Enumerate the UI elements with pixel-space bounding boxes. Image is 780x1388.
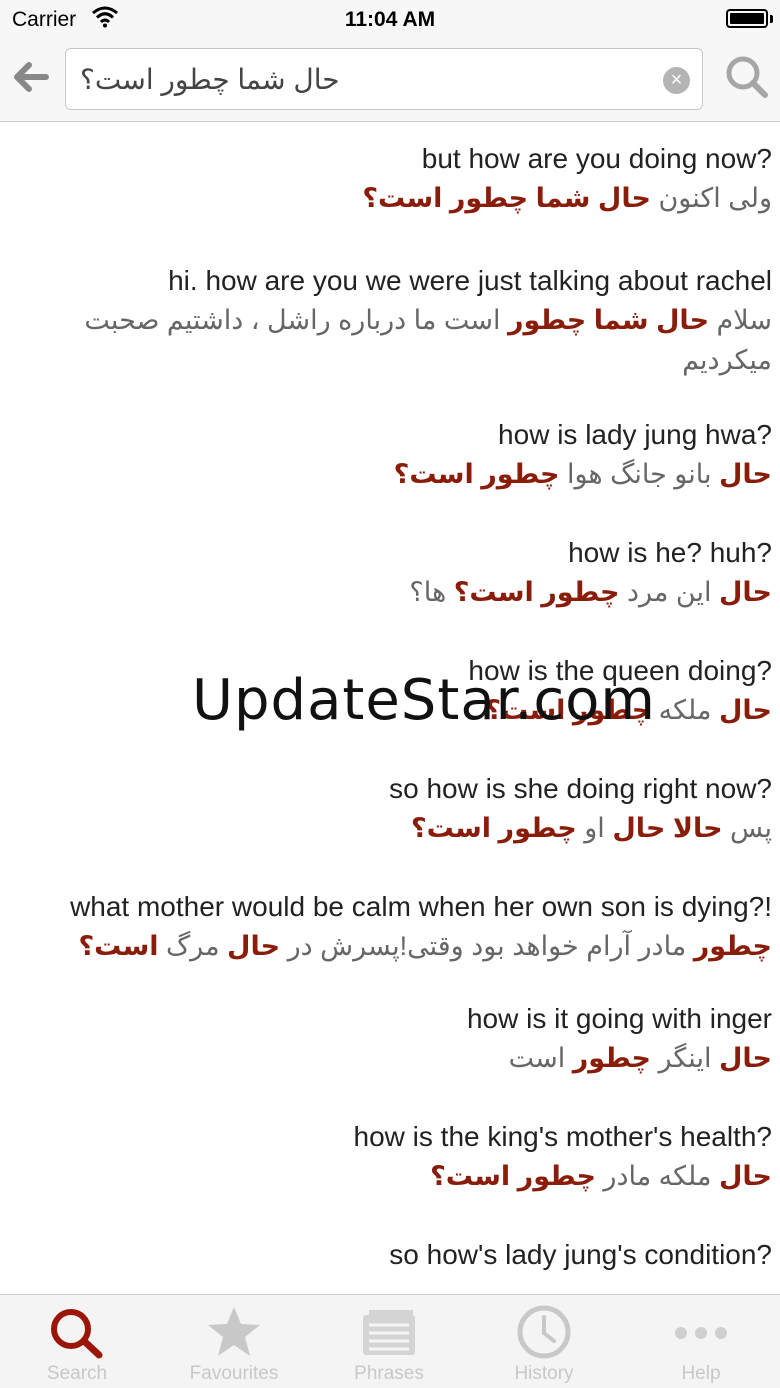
translation-text: اینگر	[650, 1043, 719, 1073]
result-item[interactable]: how is he? huh? حال این مرد چطور است؟ ها؟	[0, 534, 780, 612]
result-item[interactable]: how is the king's mother's health? حال مل…	[0, 1118, 780, 1196]
highlight-term: حال	[718, 1043, 772, 1073]
highlight-term: حال	[718, 1161, 772, 1191]
tab-label: Search	[46, 1363, 108, 1384]
tab-favourites[interactable]: Favourites	[157, 1295, 311, 1388]
result-persian: چطور مادر آرام خواهد بود وقتی!پسرش در حا…	[70, 926, 772, 966]
tab-help[interactable]: Help	[624, 1295, 778, 1388]
result-english: so how's lady jung's condition?	[389, 1239, 772, 1270]
tab-label: Favourites	[189, 1363, 279, 1384]
highlight-term: چطور است؟	[393, 459, 560, 489]
result-persian: حال ملکه چطور است؟	[70, 690, 772, 730]
result-english: how is lady jung hwa?	[498, 419, 772, 450]
search-query: حال شما چطور است؟	[80, 64, 340, 95]
tab-phrases[interactable]: Phrases	[312, 1295, 466, 1388]
results-list[interactable]: but how are you doing now? ولی اکنون حال …	[0, 122, 780, 1294]
highlight-term: چطور است؟	[410, 813, 577, 843]
highlight-term: حالا حال	[612, 813, 723, 843]
tab-bar: Search Favourites Phrases History Help	[0, 1294, 780, 1388]
search-bar: حال شما چطور است؟ ×	[0, 40, 780, 122]
tab-history[interactable]: History	[467, 1295, 621, 1388]
result-english: hi. how are you we were just talking abo…	[168, 265, 772, 296]
highlight-term: حال	[718, 695, 772, 725]
phrases-icon	[363, 1310, 415, 1355]
clock-icon	[517, 1305, 571, 1359]
tab-label: Help	[681, 1363, 721, 1384]
translation-text: ملکه مادر	[595, 1161, 719, 1191]
result-persian: حال ملکه مادر چطور است؟	[70, 1156, 772, 1196]
translation-text: مادر آرام خواهد بود وقتی!پسرش در	[280, 931, 694, 961]
result-persian: ولی اکنون حال شما چطور است؟	[70, 178, 772, 218]
search-icon[interactable]	[724, 54, 770, 100]
result-english: what mother would be calm when her own s…	[70, 891, 772, 922]
star-icon	[208, 1307, 260, 1356]
result-english: but how are you doing now?	[421, 143, 772, 174]
translation-text: مرگ	[158, 931, 228, 961]
result-item[interactable]: but how are you doing now? ولی اکنون حال …	[0, 122, 780, 218]
highlight-term: است؟	[78, 931, 159, 961]
result-item[interactable]: so how's lady jung's condition?	[0, 1236, 780, 1274]
translation-text: ولی اکنون	[650, 183, 772, 213]
result-item[interactable]: how is the queen doing? حال ملکه چطور است…	[0, 652, 780, 730]
result-english: so how is she doing right now?	[389, 773, 772, 804]
result-item[interactable]: how is it going with inger حال اینگر چطور…	[0, 1000, 780, 1078]
result-item[interactable]: what mother would be calm when her own s…	[0, 888, 780, 966]
highlight-term: حال شما چطور است؟	[362, 183, 651, 213]
highlight-term: چطور	[693, 931, 772, 961]
tab-label: History	[514, 1363, 574, 1384]
result-english: how is it going with inger	[466, 1003, 772, 1034]
status-bar: Carrier 11:04 AM	[0, 0, 780, 40]
highlight-term: چطور است؟	[430, 1161, 596, 1191]
tab-label: Phrases	[354, 1363, 424, 1384]
highlight-term: حال	[718, 459, 772, 489]
result-item[interactable]: how is lady jung hwa? حال بانو جانگ هوا چ…	[0, 416, 780, 494]
clear-icon[interactable]: ×	[663, 67, 690, 94]
result-persian: حال اینگر چطور است	[70, 1038, 772, 1078]
search-input[interactable]: حال شما چطور است؟ ×	[65, 48, 703, 110]
highlight-term: حال	[227, 931, 281, 961]
translation-text: او	[576, 813, 613, 843]
more-icon	[675, 1327, 727, 1339]
result-english: how is the king's mother's health?	[353, 1121, 772, 1152]
translation-text: پس	[722, 813, 772, 843]
translation-text: ملکه	[651, 695, 719, 725]
highlight-term: چطور است؟	[485, 695, 652, 725]
result-persian: حال این مرد چطور است؟ ها؟	[70, 572, 772, 612]
translation-text: سلام	[709, 305, 772, 335]
highlight-term: چطور است؟	[453, 577, 620, 607]
battery-icon	[726, 9, 768, 28]
translation-text: بانو جانگ هوا	[559, 459, 719, 489]
result-item[interactable]: hi. how are you we were just talking abo…	[0, 262, 780, 380]
result-english: how is he? huh?	[568, 537, 772, 568]
result-persian: سلام حال شما چطور است ما درباره راشل ، د…	[70, 300, 772, 380]
translation-text: این مرد	[619, 577, 719, 607]
search-icon	[51, 1309, 103, 1359]
back-arrow-icon[interactable]	[10, 56, 52, 98]
result-english: how is the queen doing?	[468, 655, 772, 686]
translation-text: است	[508, 1043, 573, 1073]
tab-search[interactable]: Search	[0, 1295, 154, 1388]
status-time: 11:04 AM	[344, 8, 436, 31]
highlight-term: حال	[718, 577, 772, 607]
result-item[interactable]: so how is she doing right now? پس حالا حا…	[0, 770, 780, 848]
result-persian: حال بانو جانگ هوا چطور است؟	[70, 454, 772, 494]
highlight-term: حال شما چطور	[507, 305, 710, 335]
highlight-term: چطور	[572, 1043, 651, 1073]
translation-text: ها؟	[409, 577, 454, 607]
battery-tip	[770, 15, 773, 23]
result-persian: پس حالا حال او چطور است؟	[70, 808, 772, 848]
